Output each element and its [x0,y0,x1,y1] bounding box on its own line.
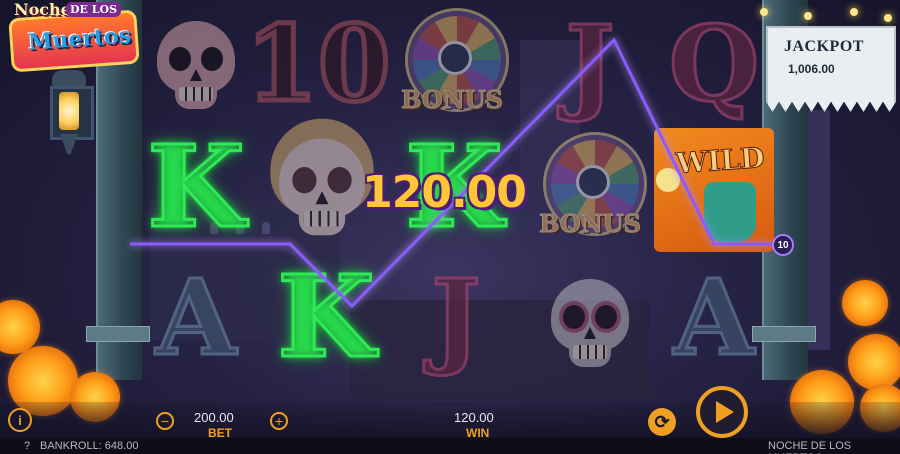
decrease-bet-button[interactable]: − [156,412,174,430]
spin-button[interactable] [696,386,748,438]
autoplay-icon[interactable]: ⟳ [648,408,676,436]
win-amount-overlay: 120.00 [362,166,527,218]
game-stage: Noche DE LOS Muertos JACKPOT 1,006.00 10 [0,0,900,454]
spin-icon [716,401,734,423]
bet-value: 200.00 [194,410,234,425]
control-bar-bg [0,402,900,438]
game-name-text: NOCHE DE LOS MUERTOS [768,440,852,454]
win-value: 120.00 [454,410,494,425]
increase-bet-button[interactable]: + [270,412,288,430]
info-icon[interactable]: i [8,408,32,432]
help-icon[interactable]: ? [24,440,30,452]
status-bar: ? BANKROLL: 648.00 NOCHE DE LOS MUERTOS [0,438,900,454]
marigold-flower [848,334,900,390]
marigold-flower [842,280,888,326]
payline-10 [130,37,772,309]
payline-number-badge: 10 [772,234,794,256]
bankroll-text: BANKROLL: 648.00 [40,440,139,452]
